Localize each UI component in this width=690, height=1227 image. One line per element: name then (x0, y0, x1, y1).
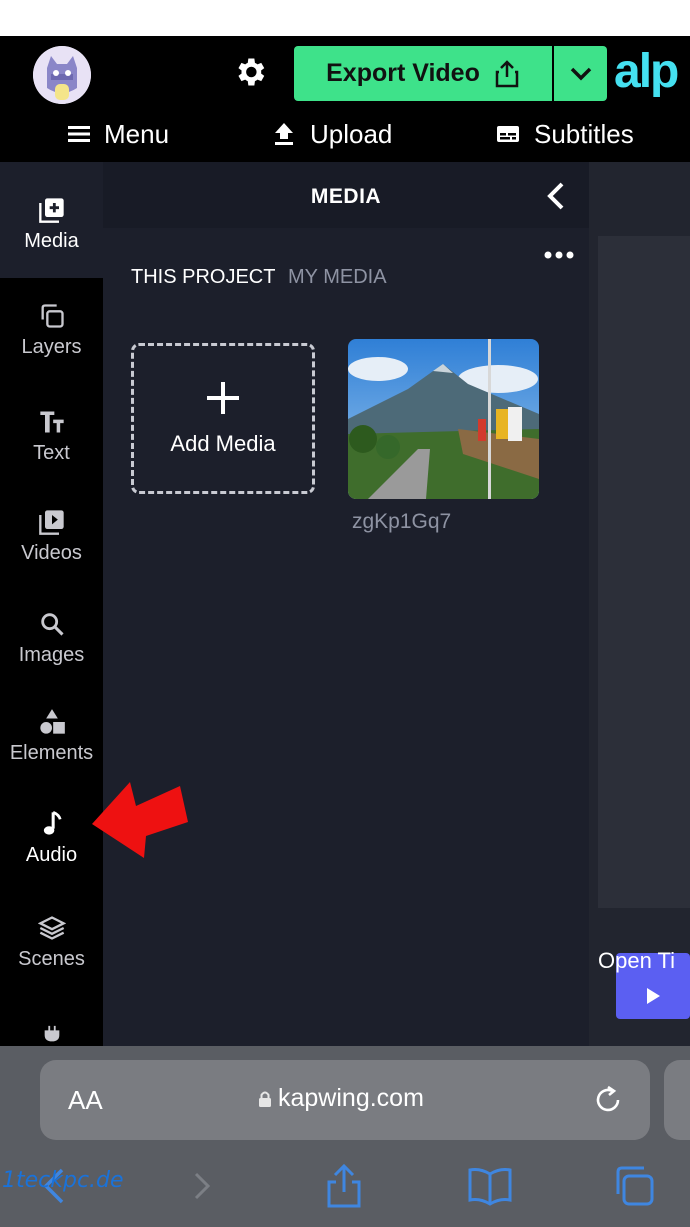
upload-label: Upload (310, 118, 393, 149)
subtitles-icon (497, 126, 519, 142)
sidebar-item-label: Text (33, 442, 70, 464)
menu-label: Menu (104, 118, 170, 149)
sidebar-item-text[interactable]: Text (0, 408, 103, 465)
more-dots-icon (544, 251, 574, 259)
menu-button[interactable]: Menu (68, 112, 169, 156)
reader-settings-button[interactable]: AA (68, 1085, 103, 1116)
export-video-button[interactable]: Export Video (294, 46, 552, 101)
tabs-icon (616, 1166, 654, 1206)
media-plus-icon (38, 198, 64, 223)
upload-button[interactable]: Upload (272, 112, 392, 156)
sidebar-item-label: Scenes (18, 948, 85, 970)
sidebar: Media Layers Text Videos Images Elements… (0, 162, 103, 1046)
media-panel (103, 162, 589, 1046)
reload-icon (596, 1085, 620, 1112)
videos-icon (38, 510, 64, 535)
chevron-right-icon (194, 1172, 211, 1200)
sidebar-item-label: Media (24, 230, 79, 252)
tab-my-media[interactable]: MY MEDIA (288, 266, 387, 289)
sidebar-item-audio[interactable]: Audio (0, 810, 103, 867)
url-text: kapwing.com (278, 1084, 424, 1112)
chevron-left-icon (547, 182, 564, 210)
lock-icon (259, 1091, 271, 1107)
sidebar-item-label: Videos (21, 542, 82, 564)
sidebar-item-scenes[interactable]: Scenes (0, 914, 103, 971)
red-arrow-annotation (90, 780, 190, 860)
cat-avatar-icon (33, 46, 91, 104)
chevron-down-icon (570, 67, 591, 80)
bookmarks-button[interactable] (466, 1162, 514, 1210)
sidebar-item-label: Layers (21, 336, 82, 358)
export-options-button[interactable] (554, 46, 607, 101)
panel-title: MEDIA (310, 185, 382, 208)
watermark: 1teckpc.de (2, 1168, 124, 1193)
hamburger-icon (68, 126, 90, 142)
sidebar-item-label: Elements (9, 742, 94, 764)
sidebar-item-plugins[interactable] (0, 1024, 103, 1046)
plus-icon (205, 380, 241, 421)
tab-this-project[interactable]: THIS PROJECT (131, 266, 275, 289)
layers-icon (41, 304, 64, 328)
sidebar-item-elements[interactable]: Elements (0, 708, 103, 765)
media-thumbnail[interactable] (348, 339, 539, 499)
open-timeline-label[interactable]: Open Ti (598, 948, 675, 974)
next-tab-peek[interactable] (664, 1060, 690, 1140)
brand-logo: alp (614, 45, 679, 98)
add-media-label: Add Media (170, 431, 276, 456)
add-media-button[interactable]: Add Media (131, 343, 315, 494)
music-note-icon (43, 811, 62, 835)
scenes-icon (37, 916, 66, 940)
tabs-button[interactable] (610, 1162, 658, 1210)
upload-icon (275, 123, 293, 145)
media-item-name: zgKp1Gq7 (352, 510, 452, 533)
share-icon (495, 59, 519, 87)
share-icon (327, 1163, 361, 1208)
video-canvas[interactable] (598, 236, 690, 908)
url-display[interactable]: kapwing.com (258, 1084, 424, 1113)
collapse-panel-button[interactable] (542, 180, 570, 212)
sidebar-item-media[interactable]: Media (0, 162, 103, 278)
plug-icon (44, 1025, 59, 1042)
share-button[interactable] (320, 1162, 368, 1210)
sidebar-item-layers[interactable]: Layers (0, 302, 103, 359)
subtitles-button[interactable]: Subtitles (496, 112, 634, 156)
sidebar-item-label: Images (18, 644, 85, 666)
mountain-road-photo (348, 339, 539, 499)
status-strip (0, 0, 690, 38)
reload-button[interactable] (592, 1084, 624, 1116)
settings-gear-icon[interactable] (232, 54, 268, 90)
export-video-label: Export Video (326, 59, 480, 87)
avatar[interactable] (33, 46, 91, 104)
more-options-button[interactable] (543, 248, 575, 262)
forward-button[interactable] (180, 1162, 228, 1210)
text-icon (39, 411, 64, 433)
book-icon (468, 1168, 512, 1206)
sidebar-item-videos[interactable]: Videos (0, 508, 103, 565)
shapes-icon (39, 709, 65, 734)
sidebar-item-images[interactable]: Images (0, 610, 103, 667)
subtitles-label: Subtitles (534, 118, 634, 149)
sidebar-item-label: Audio (25, 844, 78, 866)
search-icon (40, 613, 64, 636)
play-icon (647, 988, 660, 1004)
